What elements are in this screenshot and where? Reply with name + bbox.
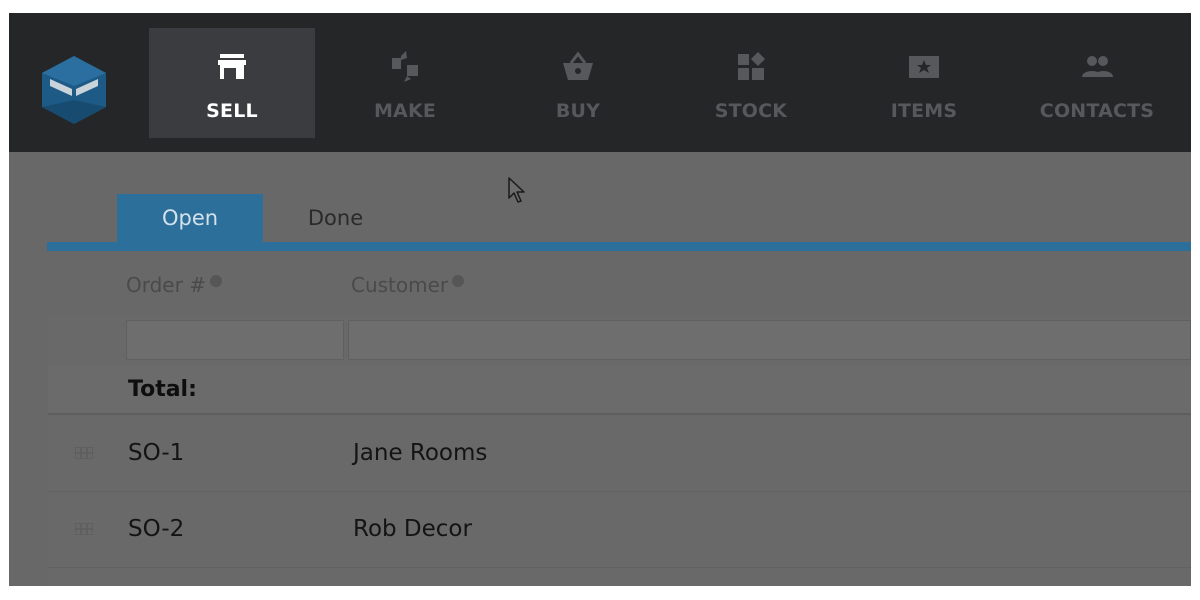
- make-icon: [392, 51, 418, 82]
- tab-done[interactable]: Done: [263, 194, 408, 243]
- nav-label-make: MAKE: [373, 100, 437, 122]
- nav-label-contacts: CONTACTS: [1039, 100, 1155, 122]
- column-header-customer[interactable]: Customer: [351, 273, 465, 297]
- tab-underline: [47, 242, 1191, 251]
- info-dot-icon: [209, 275, 222, 287]
- table-row[interactable]: SO-2 Rob Decor: [48, 492, 1191, 568]
- contacts-icon: [1082, 56, 1113, 77]
- total-row: Total:: [48, 365, 1191, 415]
- table-row-partial: [48, 569, 1191, 586]
- nav-stock[interactable]: STOCK: [668, 28, 834, 138]
- customer-cell[interactable]: Rob Decor: [353, 516, 472, 542]
- nav-label-sell: SELL: [206, 100, 258, 122]
- grid-handle-icon[interactable]: [75, 447, 93, 459]
- mouse-cursor-icon: [508, 177, 525, 203]
- column-header-order[interactable]: Order #: [126, 273, 222, 297]
- table-row[interactable]: SO-1 Jane Rooms: [48, 416, 1191, 492]
- app-logo[interactable]: [42, 56, 106, 124]
- tab-open[interactable]: Open: [117, 194, 263, 243]
- filter-row: [48, 316, 1191, 364]
- top-nav-bar: SELL MAKE BUY STOCK ITEMS CONTACTS: [9, 13, 1191, 152]
- nav-items[interactable]: ITEMS: [841, 28, 1007, 138]
- stock-icon: [738, 52, 765, 80]
- nav-sell[interactable]: SELL: [149, 28, 315, 138]
- nav-contacts[interactable]: CONTACTS: [1014, 28, 1180, 138]
- basket-icon: [563, 51, 593, 80]
- nav-label-items: ITEMS: [890, 100, 958, 122]
- nav-label-buy: BUY: [555, 100, 601, 122]
- app-window: SELL MAKE BUY STOCK ITEMS CONTACTS Open …: [9, 13, 1191, 586]
- column-header-order-label: Order #: [126, 273, 206, 297]
- main-content: Open Done Order # Customer Total: SO-1 J…: [9, 152, 1191, 586]
- store-icon: [218, 54, 246, 79]
- column-header-customer-label: Customer: [351, 273, 449, 297]
- grid-handle-icon[interactable]: [75, 523, 93, 535]
- customer-filter-input[interactable]: [348, 320, 1191, 360]
- info-dot-icon: [452, 275, 465, 287]
- nav-buy[interactable]: BUY: [495, 28, 661, 138]
- items-icon: [909, 56, 939, 78]
- total-label: Total:: [128, 377, 197, 402]
- order-number-cell[interactable]: SO-2: [128, 516, 184, 542]
- order-number-cell[interactable]: SO-1: [128, 440, 184, 466]
- nav-make[interactable]: MAKE: [322, 28, 488, 138]
- customer-cell[interactable]: Jane Rooms: [353, 440, 487, 466]
- nav-label-stock: STOCK: [714, 100, 788, 122]
- order-filter-input[interactable]: [126, 320, 344, 360]
